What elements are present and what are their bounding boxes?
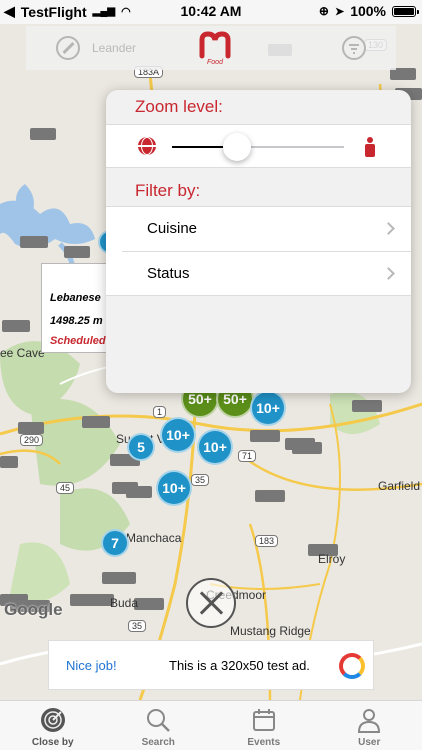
top-bar: Leander Food xyxy=(26,26,396,70)
google-logo: Google xyxy=(4,600,63,619)
chevron-right-icon xyxy=(382,267,395,280)
tab-label: Close by xyxy=(31,737,74,748)
map-cluster[interactable]: 7 xyxy=(101,529,129,557)
zoom-row xyxy=(106,124,411,168)
globe-icon xyxy=(138,137,156,155)
map-label-manchaca: Manchaca xyxy=(126,531,182,545)
tab-user[interactable]: User xyxy=(317,701,422,750)
route-shield-1: 1 xyxy=(153,406,167,418)
ad-logo-icon xyxy=(339,653,365,679)
app-logo: Food xyxy=(199,31,231,66)
map-label-lee-cave: ee Cave xyxy=(0,346,45,360)
route-shield-290: 290 xyxy=(20,434,44,446)
compass-icon[interactable] xyxy=(56,36,80,60)
chevron-right-icon xyxy=(382,222,395,235)
map-label-mustang-ridge: Mustang Ridge xyxy=(230,624,311,638)
callout-name: Lebanese xyxy=(50,292,101,304)
status-bar: ◀ TestFlight ▂▄▆ ◠ 10:42 AM ⊕ ➤ 100% xyxy=(0,0,422,24)
map-label-garfield: Garfield xyxy=(378,479,421,493)
location-arrow-icon: ➤ xyxy=(334,5,345,18)
zoom-level-heading: Zoom level: xyxy=(135,97,223,116)
calendar-icon xyxy=(252,709,275,731)
filter-item-status[interactable]: Status xyxy=(122,251,411,295)
map-label-elroy: Elroy xyxy=(318,552,346,566)
ad-nice-label: Nice job! xyxy=(66,658,117,673)
filter-item-cuisine[interactable]: Cuisine xyxy=(106,207,411,251)
user-icon xyxy=(358,709,381,733)
tab-close-by[interactable]: Close by xyxy=(0,701,106,750)
status-right: ⊕ ➤ 100% xyxy=(318,3,419,19)
route-shield-183: 183 xyxy=(255,535,279,547)
map-cluster[interactable]: 10+ xyxy=(197,429,233,465)
filter-icon[interactable] xyxy=(342,36,366,60)
filter-by-heading: Filter by: xyxy=(135,181,201,200)
battery-icon xyxy=(392,5,419,17)
city-label[interactable]: Leander xyxy=(92,41,136,55)
ad-banner[interactable]: Nice job! This is a 320x50 test ad. xyxy=(48,640,374,690)
map-cluster[interactable]: 5 xyxy=(127,433,155,461)
route-shield-45: 45 xyxy=(56,482,75,494)
logo-text: Food xyxy=(207,59,224,66)
callout-distance: 1498.25 m xyxy=(50,315,103,327)
callout-status: Scheduled xyxy=(50,335,106,347)
route-shield-35: 35 xyxy=(191,474,210,486)
tab-bar: Close by Search Events User xyxy=(0,700,422,750)
tab-label: User xyxy=(358,737,381,748)
zoom-slider-knob[interactable] xyxy=(223,133,252,161)
map-cluster[interactable]: 10+ xyxy=(160,417,196,453)
tab-search[interactable]: Search xyxy=(106,701,212,750)
filter-list: Cuisine Status xyxy=(106,206,411,296)
tab-label: Search xyxy=(141,737,175,748)
map-label-buda: Buda xyxy=(110,596,139,610)
tab-label: Events xyxy=(247,737,281,748)
route-shield-71: 71 xyxy=(238,450,257,462)
map-cluster[interactable]: 10+ xyxy=(156,470,192,506)
radar-icon xyxy=(40,708,65,732)
tools-button[interactable] xyxy=(186,578,236,628)
person-icon xyxy=(364,137,376,157)
filter-item-label: Cuisine xyxy=(147,220,198,237)
zoom-slider[interactable] xyxy=(172,133,344,161)
search-icon xyxy=(147,709,171,732)
orientation-lock-icon: ⊕ xyxy=(318,4,329,18)
filter-popover: Zoom level: Filter by: Cuisine Status xyxy=(106,90,411,393)
route-shield-35-south: 35 xyxy=(128,620,147,632)
battery-percent: 100% xyxy=(350,3,386,19)
map-cluster[interactable]: 10+ xyxy=(250,390,286,426)
ad-text: This is a 320x50 test ad. xyxy=(169,658,310,673)
filter-item-label: Status xyxy=(147,265,190,282)
tab-events[interactable]: Events xyxy=(211,701,317,750)
